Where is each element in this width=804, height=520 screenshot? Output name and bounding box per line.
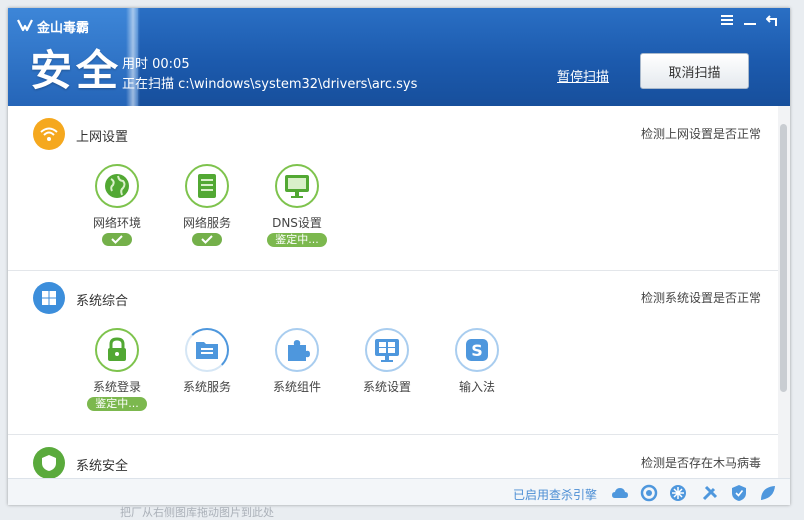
menu-icon[interactable] — [721, 14, 733, 30]
item-label: 系统组件 — [272, 380, 321, 394]
server-icon — [185, 164, 229, 208]
logo-text: 金山毒霸 — [37, 21, 90, 36]
antivirus-window: 金山毒霸 安全 用时 00:05 正在扫描 c:\windows\system3… — [8, 8, 790, 505]
lock-icon — [95, 328, 139, 372]
cancel-scan-button[interactable]: 取消扫描 — [640, 53, 749, 89]
minimize-icon[interactable] — [744, 14, 756, 30]
check-item-system-component[interactable]: 系统组件 — [257, 328, 337, 395]
section-title: 上网设置 — [76, 130, 129, 145]
item-label: 网络服务 — [182, 216, 231, 230]
windows-icon — [33, 282, 65, 314]
engine-status-link[interactable]: 已启用查杀引擎 — [513, 486, 597, 503]
check-item-dns[interactable]: DNS设置 鉴定中... — [257, 164, 337, 247]
globe-icon — [95, 164, 139, 208]
leaf-icon[interactable] — [759, 484, 777, 502]
security-status: 安全 — [30, 46, 123, 95]
check-item-system-service[interactable]: 系统服务 — [167, 328, 247, 395]
snowflake-icon[interactable] — [669, 484, 687, 502]
item-label: 网络环境 — [92, 216, 141, 230]
settings-monitor-icon — [365, 328, 409, 372]
check-item-network-env[interactable]: 网络环境 — [77, 164, 157, 246]
scan-current-file: 正在扫描 c:\windows\system32\drivers\arc.sys — [122, 77, 418, 92]
section-system: 系统综合 检测系统设置是否正常 系统登录 鉴定中... 系统服务 系统组件 系统… — [8, 271, 778, 434]
check-item-system-settings[interactable]: 系统设置 — [347, 328, 427, 395]
cloud-icon[interactable] — [611, 484, 629, 502]
monitor-icon — [275, 164, 319, 208]
section-description: 检测上网设置是否正常 — [640, 127, 761, 141]
service-icon — [185, 328, 229, 372]
background-hint-text: 把厂从右侧图库拖动图片到此处 — [120, 506, 274, 519]
section-description: 检测系统设置是否正常 — [640, 291, 761, 305]
section-description: 检测是否存在木马病毒 — [640, 456, 761, 470]
wifi-icon — [33, 118, 65, 150]
scan-content: 上网设置 检测上网设置是否正常 网络环境 网络服务 DNS设置 鉴定中... 系… — [8, 106, 790, 478]
status-footer: 已启用查杀引擎 — [8, 478, 790, 505]
item-label: 系统设置 — [362, 380, 411, 394]
check-item-system-login[interactable]: 系统登录 鉴定中... — [77, 328, 157, 411]
section-title: 系统安全 — [76, 459, 129, 474]
item-label: 系统服务 — [182, 380, 231, 394]
check-item-input-method[interactable]: S 输入法 — [437, 328, 517, 395]
ok-check-icon — [102, 233, 132, 246]
input-method-icon: S — [455, 328, 499, 372]
scrollbar-thumb[interactable] — [780, 124, 787, 392]
item-label: 系统登录 — [92, 380, 141, 394]
pause-scan-link[interactable]: 暂停扫描 — [557, 66, 609, 85]
shield-icon — [33, 447, 65, 478]
section-title: 系统综合 — [76, 294, 129, 309]
pending-badge: 鉴定中... — [267, 233, 327, 247]
item-label: DNS设置 — [272, 216, 322, 230]
svg-text:S: S — [471, 341, 483, 360]
logo-icon — [17, 18, 33, 36]
item-label: 输入法 — [458, 380, 495, 394]
check-item-network-service[interactable]: 网络服务 — [167, 164, 247, 246]
shield-small-icon[interactable] — [730, 484, 748, 502]
puzzle-icon — [275, 328, 319, 372]
content-scrollbar[interactable] — [778, 106, 790, 478]
ok-check-icon — [192, 233, 222, 246]
scan-elapsed-time: 用时 00:05 — [122, 57, 190, 72]
pending-badge: 鉴定中... — [87, 397, 147, 411]
section-network: 上网设置 检测上网设置是否正常 网络环境 网络服务 DNS设置 鉴定中... — [8, 106, 778, 270]
scan-header: 金山毒霸 安全 用时 00:05 正在扫描 c:\windows\system3… — [8, 8, 790, 106]
restore-back-icon[interactable] — [765, 14, 779, 31]
engine-icon[interactable] — [640, 484, 658, 502]
section-security: 系统安全 检测是否存在木马病毒 — [8, 435, 778, 478]
app-logo: 金山毒霸 — [17, 17, 89, 36]
tools-icon[interactable] — [701, 484, 719, 502]
